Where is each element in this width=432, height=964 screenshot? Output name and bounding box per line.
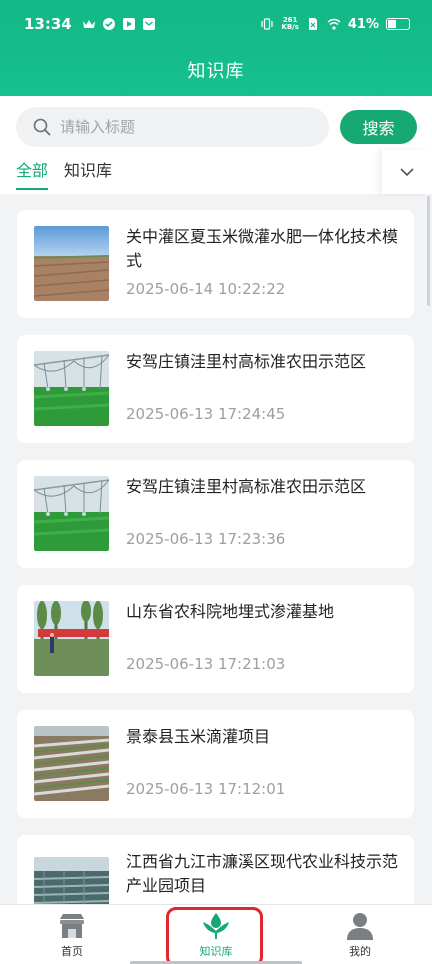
list-item[interactable]: 山东省农科院地埋式渗灌基地 2025-06-13 17:21:03 — [17, 585, 414, 693]
tab-mine[interactable]: 我的 — [310, 911, 410, 961]
article-date: 2025-06-13 17:21:03 — [126, 655, 286, 673]
article-thumbnail — [34, 351, 109, 426]
search-box[interactable] — [16, 107, 329, 147]
article-title: 安驾庄镇洼里村高标准农田示范区 — [126, 352, 367, 371]
tab-home-label: 首页 — [61, 945, 83, 958]
message-app-icon — [142, 17, 156, 31]
article-title: 安驾庄镇洼里村高标准农田示范区 — [126, 477, 367, 496]
wifi-icon — [327, 17, 341, 31]
play-app-icon — [122, 17, 136, 31]
crown-icon — [82, 17, 96, 31]
check-circle-icon — [102, 17, 116, 31]
tab-knowledge-base[interactable]: 知识库 — [64, 158, 112, 192]
sim-card-icon — [306, 17, 320, 31]
tab-mine-label: 我的 — [349, 945, 371, 958]
list-item[interactable]: 景泰县玉米滴灌项目 2025-06-13 17:12:01 — [17, 710, 414, 818]
battery-text: 41% — [347, 16, 379, 32]
store-icon — [60, 914, 84, 938]
article-title: 关中灌区夏玉米微灌水肥一体化技术模式 — [126, 227, 399, 270]
article-thumbnail — [34, 726, 109, 801]
article-thumbnail — [34, 226, 109, 301]
app-header: 13:34 261 KB/s 41% 知识库 — [0, 0, 432, 96]
article-thumbnail — [34, 476, 109, 551]
chevron-down-icon — [400, 168, 414, 177]
article-date: 2025-06-13 17:12:01 — [126, 780, 286, 798]
battery-icon — [386, 18, 410, 30]
tabs-expand-button[interactable] — [382, 150, 432, 194]
tab-home[interactable]: 首页 — [22, 911, 122, 961]
article-date: 2025-06-13 17:24:45 — [126, 405, 286, 423]
article-thumbnail — [34, 601, 109, 676]
vibrate-icon — [260, 17, 274, 31]
search-button[interactable]: 搜索 — [340, 110, 417, 144]
net-speed: 261 KB/s — [281, 16, 299, 31]
search-row: 搜索 — [16, 107, 417, 149]
list-item[interactable]: 关中灌区夏玉米微灌水肥一体化技术模式 2025-06-14 10:22:22 — [17, 210, 414, 318]
article-date: 2025-06-13 17:23:36 — [126, 530, 286, 548]
article-title: 山东省农科院地埋式渗灌基地 — [126, 602, 335, 621]
content-area[interactable]: 搜索 全部 知识库 关中灌区夏玉米微灌水肥一体化技术模式 2025-06-14 … — [0, 96, 432, 915]
page-title: 知识库 — [187, 61, 245, 82]
article-date: 2025-06-14 10:22:22 — [126, 280, 286, 298]
search-input[interactable] — [60, 118, 300, 136]
status-time: 13:34 — [24, 15, 72, 33]
list-item[interactable]: 安驾庄镇洼里村高标准农田示范区 2025-06-13 17:24:45 — [17, 335, 414, 443]
article-title: 江西省九江市濂溪区现代农业科技示范产业园项目 — [126, 852, 399, 895]
highlight-annotation — [166, 907, 263, 964]
search-icon — [33, 118, 51, 136]
person-icon — [347, 913, 373, 940]
status-bar: 13:34 261 KB/s 41% — [0, 0, 432, 48]
list-item[interactable]: 江西省九江市濂溪区现代农业科技示范产业园项目 — [17, 835, 414, 915]
bottom-tab-bar: 首页 知识库 我的 — [0, 904, 432, 964]
tab-all[interactable]: 全部 — [16, 158, 49, 192]
scrollbar[interactable] — [427, 196, 430, 306]
list-item[interactable]: 安驾庄镇洼里村高标准农田示范区 2025-06-13 17:23:36 — [17, 460, 414, 568]
article-title: 景泰县玉米滴灌项目 — [126, 727, 271, 746]
category-tabs: 全部 知识库 — [16, 158, 112, 192]
